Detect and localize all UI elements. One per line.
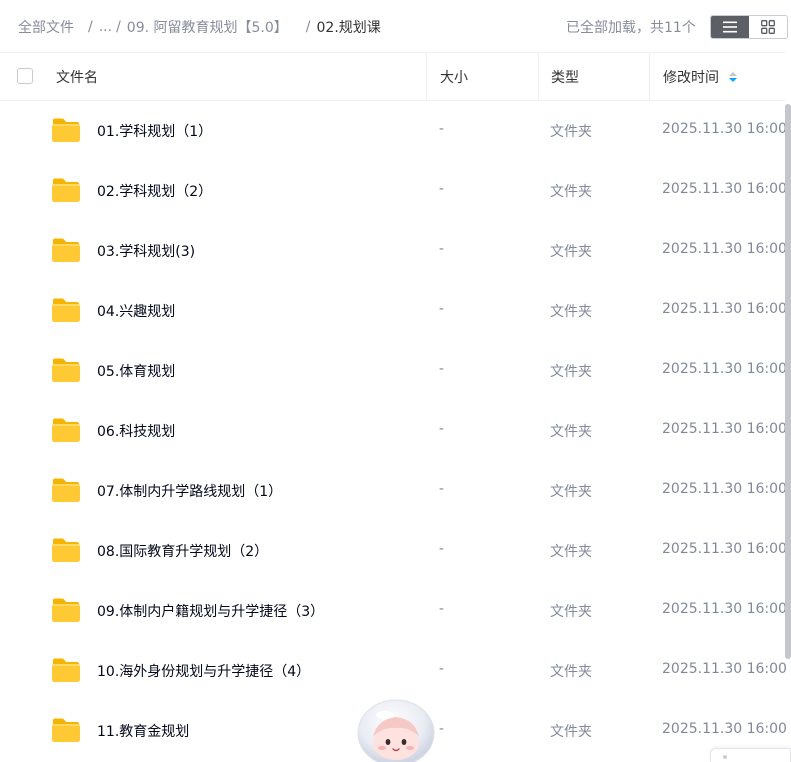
breadcrumb-separator: / [116,19,121,35]
table-row[interactable]: 06.科技规划 - 文件夹 2025.11.30 16:00 [0,401,787,461]
file-modified-time: 2025.11.30 16:00 [662,661,787,677]
grid-icon [761,20,775,34]
mascot-assistant-icon[interactable] [355,697,437,762]
file-modified-time: 2025.11.30 16:00 [662,121,787,137]
file-name[interactable]: 03.学科规划(3) [97,241,195,261]
view-toggle [710,15,788,39]
file-type: 文件夹 [550,664,592,680]
file-size: - [439,601,445,617]
breadcrumb-parent[interactable]: 09. 阿留教育规划【5.0】 [127,17,288,37]
file-modified-time: 2025.11.30 16:00 [662,361,787,377]
load-status-text: 已全部加载，共11个 [566,20,696,36]
folder-icon [51,717,81,743]
file-type: 文件夹 [550,244,592,260]
grid-view-button[interactable] [749,16,787,38]
breadcrumb-current: 02.规划课 [316,20,381,36]
file-type: 文件夹 [550,424,592,440]
folder-icon [51,537,81,563]
column-header-name[interactable]: 文件名 [56,53,426,100]
file-name[interactable]: 07.体制内升学路线规划（1） [97,481,282,501]
column-header-modified[interactable]: 修改时间 [649,53,785,100]
file-modified-time: 2025.11.30 16:00 [662,301,787,317]
file-type: 文件夹 [550,364,592,380]
file-modified-time: 2025.11.30 16:00 [662,241,787,257]
folder-icon [51,297,81,323]
file-type: 文件夹 [550,544,592,560]
table-row[interactable]: 01.学科规划（1） - 文件夹 2025.11.30 16:00 [0,101,787,161]
file-modified-time: 2025.11.30 16:00 [662,721,787,737]
folder-icon [51,597,81,623]
file-name[interactable]: 05.体育规划 [97,361,175,381]
file-type: 文件夹 [550,484,592,500]
folder-icon [51,357,81,383]
file-name[interactable]: 09.体制内户籍规划与升学捷径（3） [97,601,324,621]
file-name[interactable]: 08.国际教育升学规划（2） [97,541,268,561]
file-modified-time: 2025.11.30 16:00 [662,601,787,617]
file-size: - [439,361,445,377]
file-size: - [439,541,445,557]
vertical-scrollbar[interactable] [785,104,791,659]
file-size: - [439,661,445,677]
table-header: 文件名 大小 类型 修改时间 [0,52,785,101]
folder-icon [51,117,81,143]
file-name[interactable]: 02.学科规划（2） [97,181,212,201]
table-row[interactable]: 07.体制内升学路线规划（1） - 文件夹 2025.11.30 16:00 [0,461,787,521]
breadcrumb: 全部文件 / ... / 09. 阿留教育规划【5.0】 / 02.规划课 [18,17,381,37]
folder-icon [51,177,81,203]
file-size: - [439,481,445,497]
breadcrumb-separator: / [88,19,93,35]
select-all-checkbox[interactable] [17,68,33,84]
file-size: - [439,121,445,137]
file-size: - [439,721,445,737]
file-size: - [439,301,445,317]
file-list: 01.学科规划（1） - 文件夹 2025.11.30 16:00 02.学科规划（2）… [0,101,787,761]
file-type: 文件夹 [550,724,592,740]
file-type: 文件夹 [550,124,592,140]
column-header-name-label: 文件名 [56,69,98,86]
sort-icon[interactable] [729,71,737,82]
corner-panel-tab[interactable] [710,748,791,762]
file-name[interactable]: 11.教育金规划 [97,721,189,741]
folder-icon [51,477,81,503]
list-icon [723,21,737,33]
corner-dot-icon [723,755,727,759]
column-header-modified-label: 修改时间 [663,69,719,86]
table-row[interactable]: 09.体制内户籍规划与升学捷径（3） - 文件夹 2025.11.30 16:00 [0,581,787,641]
table-row[interactable]: 04.兴趣规划 - 文件夹 2025.11.30 16:00 [0,281,787,341]
column-header-size-label: 大小 [440,69,468,86]
folder-icon [51,417,81,443]
table-row[interactable]: 08.国际教育升学规划（2） - 文件夹 2025.11.30 16:00 [0,521,787,581]
folder-icon [51,657,81,683]
file-size: - [439,181,445,197]
column-header-size[interactable]: 大小 [426,53,538,100]
file-name[interactable]: 04.兴趣规划 [97,301,175,321]
list-view-button[interactable] [711,16,749,38]
file-type: 文件夹 [550,604,592,620]
file-name[interactable]: 01.学科规划（1） [97,121,212,141]
table-row[interactable]: 02.学科规划（2） - 文件夹 2025.11.30 16:00 [0,161,787,221]
file-name[interactable]: 10.海外身份规划与升学捷径（4） [97,661,310,681]
folder-icon [51,237,81,263]
file-modified-time: 2025.11.30 16:00 [662,481,787,497]
file-modified-time: 2025.11.30 16:00 [662,541,787,557]
file-modified-time: 2025.11.30 16:00 [662,421,787,437]
file-modified-time: 2025.11.30 16:00 [662,181,787,197]
breadcrumb-ellipsis[interactable]: ... [99,19,112,35]
table-row[interactable]: 05.体育规划 - 文件夹 2025.11.30 16:00 [0,341,787,401]
column-header-type[interactable]: 类型 [538,53,649,100]
breadcrumb-separator: / [305,19,311,35]
breadcrumb-root[interactable]: 全部文件 [18,17,74,37]
top-bar: 全部文件 / ... / 09. 阿留教育规划【5.0】 / 02.规划课 已全… [0,0,791,52]
file-size: - [439,241,445,257]
file-size: - [439,421,445,437]
table-row[interactable]: 03.学科规划(3) - 文件夹 2025.11.30 16:00 [0,221,787,281]
file-type: 文件夹 [550,184,592,200]
table-row[interactable]: 10.海外身份规划与升学捷径（4） - 文件夹 2025.11.30 16:00 [0,641,787,701]
column-header-type-label: 类型 [551,69,579,86]
file-name[interactable]: 06.科技规划 [97,421,175,441]
file-type: 文件夹 [550,304,592,320]
